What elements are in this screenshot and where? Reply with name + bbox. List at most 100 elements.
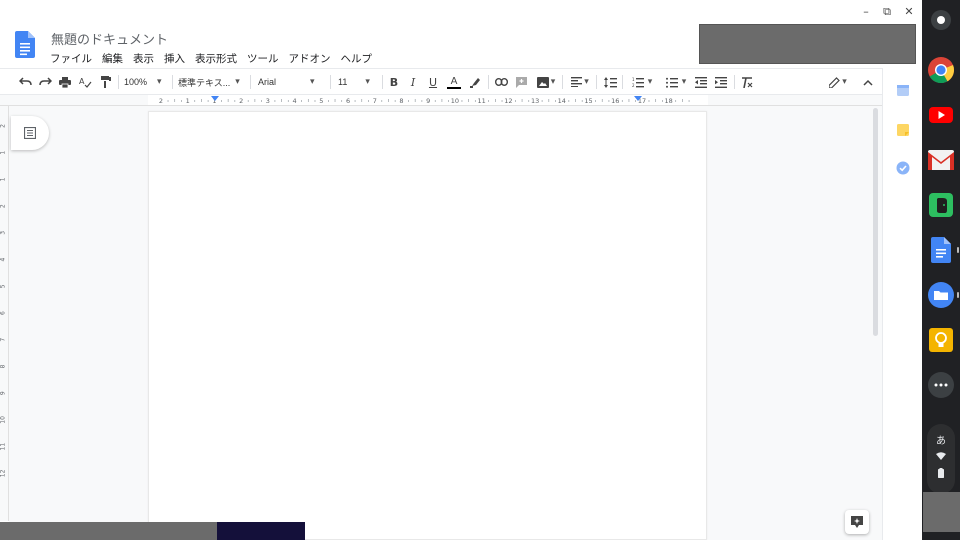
redo-button[interactable]: [38, 74, 52, 90]
ruler-tick: [361, 99, 363, 102]
more-apps-button[interactable]: [926, 370, 956, 400]
vruler-label: 5: [0, 284, 7, 288]
ruler-tick: [314, 100, 316, 102]
vruler-label: 1: [0, 177, 7, 181]
ruler-tick: [394, 100, 396, 102]
evernote-icon: [929, 193, 953, 217]
font-select[interactable]: Arial ▾: [258, 74, 326, 90]
clear-formatting-button[interactable]: [740, 74, 754, 90]
zoom-select[interactable]: 100% ▾: [124, 74, 168, 90]
ruler-tick: [441, 99, 443, 102]
ruler-tick: [334, 99, 336, 102]
font-size-select[interactable]: 11 ▾: [338, 74, 378, 90]
tasks-icon[interactable]: [896, 160, 910, 175]
ruler-tick: [341, 100, 343, 102]
docs-logo-icon[interactable]: [15, 31, 35, 58]
insert-image-button[interactable]: ▾: [534, 74, 558, 90]
paragraph-style-select[interactable]: 標準テキス... ▾: [178, 74, 246, 90]
calendar-icon[interactable]: [896, 82, 910, 96]
align-button[interactable]: ▾: [568, 74, 592, 90]
spellcheck-button[interactable]: A: [78, 74, 92, 90]
document-page[interactable]: [148, 111, 707, 540]
menu-insert[interactable]: 挿入: [164, 51, 185, 66]
restore-button[interactable]: ⧉: [879, 4, 895, 20]
menu-format[interactable]: 表示形式: [195, 51, 237, 66]
ruler-label: 12: [504, 97, 512, 105]
minimize-button[interactable]: –: [858, 4, 874, 20]
chevron-down-icon: ▾: [681, 77, 687, 87]
ruler-tick: [468, 99, 469, 102]
horizontal-ruler[interactable]: 2 1 1 2 3 4 5 6 7 8 9 10 11 12 13 14 15 16 17 18: [0, 95, 882, 106]
text-color-label: A: [450, 75, 458, 87]
ime-indicator[interactable]: あ: [927, 432, 955, 447]
docs-icon: [931, 237, 951, 263]
paint-format-button[interactable]: [98, 74, 112, 90]
menu-view[interactable]: 表示: [133, 51, 154, 66]
ruler-label: 1: [186, 97, 190, 105]
print-button[interactable]: [58, 74, 72, 90]
keep-icon[interactable]: [896, 122, 910, 136]
evernote-app[interactable]: [926, 190, 956, 220]
ruler-tick: [688, 100, 690, 102]
bold-button[interactable]: B: [387, 74, 401, 90]
menu-tools[interactable]: ツール: [247, 51, 279, 66]
document-outline-button[interactable]: [11, 116, 49, 150]
status-tray[interactable]: あ: [927, 424, 955, 494]
undo-button[interactable]: [18, 74, 32, 90]
ruler-label: 3: [266, 97, 270, 105]
chevron-down-icon: ▾: [550, 77, 556, 87]
ruler-tick: [635, 100, 636, 102]
insert-comment-button[interactable]: [514, 74, 528, 90]
ruler-tick: [381, 100, 383, 102]
menu-addons[interactable]: アドオン: [289, 51, 331, 66]
outline-icon: [24, 127, 36, 139]
ruler-tick: [368, 100, 369, 102]
text-color-button[interactable]: A: [446, 74, 462, 90]
increase-indent-button[interactable]: [714, 74, 728, 90]
docs-app[interactable]: [926, 235, 956, 265]
vruler-label: 4: [0, 258, 7, 262]
close-button[interactable]: ✕: [901, 4, 917, 20]
vruler-label: 11: [0, 443, 7, 451]
highlight-color-button[interactable]: [468, 74, 482, 90]
ruler-tick: [247, 100, 249, 102]
bulleted-list-button[interactable]: ▾: [662, 74, 690, 90]
underline-button[interactable]: U: [426, 74, 440, 90]
gmail-app[interactable]: [926, 145, 956, 175]
ruler-tick: [581, 100, 583, 102]
line-spacing-button[interactable]: [602, 74, 618, 90]
ruler-tick: [541, 100, 543, 102]
launcher-button[interactable]: [926, 5, 956, 35]
chevron-down-icon: ▾: [584, 77, 589, 87]
ruler-tick: [488, 100, 490, 102]
menu-help[interactable]: ヘルプ: [341, 51, 373, 66]
insert-link-button[interactable]: [494, 74, 508, 90]
vertical-scrollbar[interactable]: [873, 108, 878, 336]
menu-edit[interactable]: 編集: [102, 51, 123, 66]
vertical-ruler[interactable]: 2 1 1 2 3 4 5 6 7 8 9 10 11 12: [0, 106, 9, 521]
side-panel: [882, 68, 922, 540]
ruler-tick: [227, 99, 229, 102]
decrease-indent-button[interactable]: [694, 74, 708, 90]
italic-button[interactable]: I: [406, 74, 420, 90]
keep-app[interactable]: [926, 325, 956, 355]
ruler-label: 18: [665, 97, 673, 105]
vruler-label: 10: [0, 416, 7, 424]
menu-file[interactable]: ファイル: [50, 51, 92, 66]
youtube-app[interactable]: [926, 100, 956, 130]
collapse-menus-button[interactable]: [861, 74, 875, 90]
editing-mode-button[interactable]: ▾: [826, 74, 850, 90]
files-app[interactable]: [926, 280, 956, 310]
document-title[interactable]: 無題のドキュメント: [51, 29, 168, 48]
explore-button[interactable]: [845, 510, 869, 534]
ruler-tick: [595, 100, 596, 102]
ruler-tick: [682, 99, 683, 102]
ruler-tick: [601, 99, 603, 102]
chrome-app[interactable]: [926, 55, 956, 85]
numbered-list-button[interactable]: 12 ▾: [628, 74, 656, 90]
wifi-icon: [927, 452, 955, 463]
ruler-label: 10: [451, 97, 459, 105]
ruler-tick: [234, 100, 236, 102]
files-icon: [928, 282, 954, 308]
ruler-tick: [648, 100, 650, 102]
